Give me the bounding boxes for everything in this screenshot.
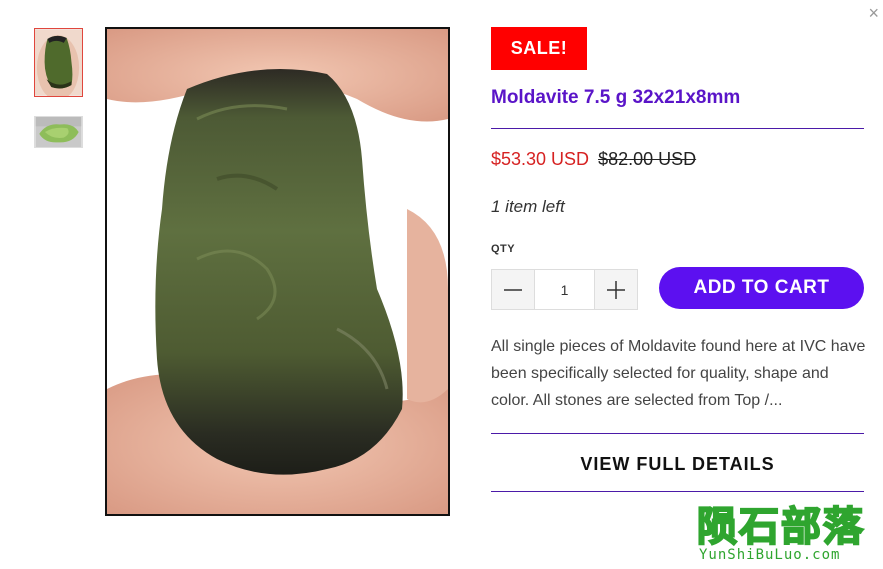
divider [491,433,864,434]
moldavite-thumbnail-image [35,29,82,96]
moldavite-thumbnail-image-2 [35,117,82,147]
close-icon[interactable]: × [868,4,879,22]
divider [491,491,864,492]
divider [491,128,864,129]
quantity-input[interactable] [534,270,595,309]
watermark-chinese: 陨石部落 [696,504,865,550]
watermark: 陨石部落 YunShiBuLuo.com [696,504,877,565]
watermark-english: YunShiBuLuo.com [699,547,841,563]
stock-status: 1 item left [491,197,565,216]
product-title[interactable]: Moldavite 7.5 g 32x21x8mm [491,87,740,109]
sale-badge: SALE! [491,27,587,70]
qty-label: QTY [491,243,516,255]
product-description: All single pieces of Moldavite found her… [491,338,866,409]
view-full-details-link[interactable]: VIEW FULL DETAILS [491,440,864,488]
compare-price: $82.00 USD [598,149,697,169]
product-main-image [105,27,450,516]
sale-price: $53.30 USD [491,149,590,169]
thumbnail-2[interactable] [34,116,83,148]
minus-icon[interactable] [492,270,534,309]
add-to-cart-button[interactable]: ADD TO CART [659,267,864,309]
price-row: $53.30 USD $82.00 USD [491,149,696,170]
moldavite-photo [107,29,448,514]
plus-icon[interactable] [595,270,637,309]
thumbnail-1[interactable] [34,28,83,97]
quantity-stepper [491,269,638,310]
